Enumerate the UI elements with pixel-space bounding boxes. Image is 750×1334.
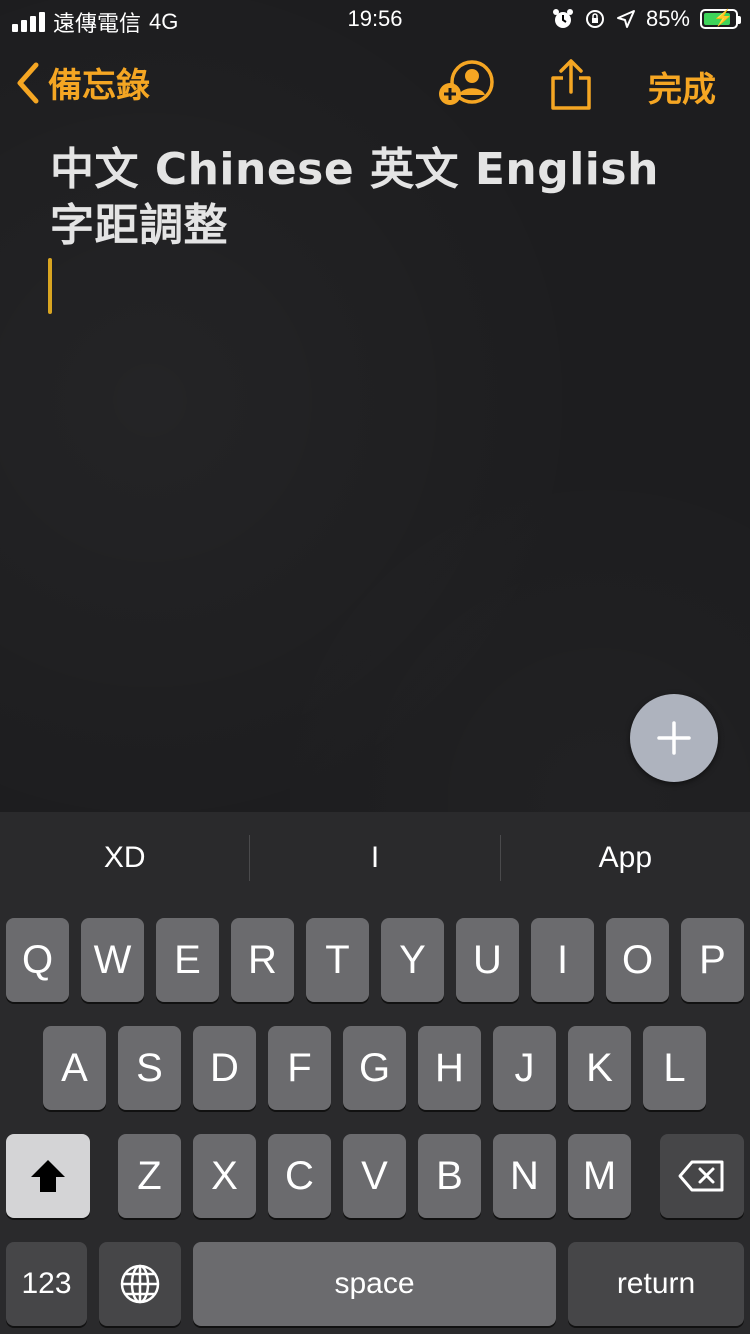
key-h[interactable]: H: [418, 1026, 481, 1110]
battery-charging-icon: ⚡: [700, 9, 741, 29]
key-u[interactable]: U: [456, 918, 519, 1002]
globe-icon: [120, 1264, 160, 1304]
key-w[interactable]: W: [81, 918, 144, 1002]
key-k[interactable]: K: [568, 1026, 631, 1110]
key-g[interactable]: G: [343, 1026, 406, 1110]
orientation-lock-icon: [585, 10, 604, 28]
delete-key[interactable]: [660, 1134, 744, 1218]
space-key[interactable]: space: [193, 1242, 556, 1326]
key-e[interactable]: E: [156, 918, 219, 1002]
key-y[interactable]: Y: [381, 918, 444, 1002]
shift-icon: [31, 1160, 65, 1192]
share-button[interactable]: [548, 58, 594, 116]
alarm-icon: [552, 9, 573, 28]
key-b[interactable]: B: [418, 1134, 481, 1218]
back-button[interactable]: 備忘錄: [16, 58, 150, 107]
done-button[interactable]: 完成: [648, 62, 716, 111]
prediction-3[interactable]: App: [501, 841, 750, 875]
nav-bar: 備忘錄 完成: [0, 50, 750, 120]
back-label: 備忘錄: [48, 66, 150, 106]
predictive-bar: XD I App: [0, 812, 750, 904]
plus-icon: [657, 721, 691, 755]
key-f[interactable]: F: [268, 1026, 331, 1110]
return-key[interactable]: return: [568, 1242, 744, 1326]
add-button[interactable]: [630, 694, 718, 782]
key-i[interactable]: I: [531, 918, 594, 1002]
key-o[interactable]: O: [606, 918, 669, 1002]
key-d[interactable]: D: [193, 1026, 256, 1110]
status-right: 85% ⚡: [552, 6, 741, 32]
key-m[interactable]: M: [568, 1134, 631, 1218]
key-c[interactable]: C: [268, 1134, 331, 1218]
delete-icon: [678, 1160, 724, 1192]
note-text[interactable]: 中文 Chinese 英文 English 字距調整: [50, 142, 710, 254]
key-z[interactable]: Z: [118, 1134, 181, 1218]
key-x[interactable]: X: [193, 1134, 256, 1218]
numbers-key[interactable]: 123: [6, 1242, 87, 1326]
keyboard: XD I App Q W E R T Y U I O P A S D F G H…: [0, 812, 750, 1334]
prediction-2[interactable]: I: [250, 841, 499, 875]
location-icon: [616, 10, 635, 28]
key-r[interactable]: R: [231, 918, 294, 1002]
battery-percent: 85%: [645, 6, 690, 31]
key-s[interactable]: S: [118, 1026, 181, 1110]
key-p[interactable]: P: [681, 918, 744, 1002]
key-t[interactable]: T: [306, 918, 369, 1002]
prediction-1[interactable]: XD: [0, 841, 249, 875]
key-v[interactable]: V: [343, 1134, 406, 1218]
chevron-left-icon: [17, 62, 39, 103]
globe-key[interactable]: [99, 1242, 181, 1326]
notes-screen: 遠傳電信 4G 19:56 85% ⚡ 備忘錄 完成 中文 Chinese 英文…: [0, 0, 750, 1334]
key-n[interactable]: N: [493, 1134, 556, 1218]
key-j[interactable]: J: [493, 1026, 556, 1110]
key-l[interactable]: L: [643, 1026, 706, 1110]
add-collaborator-icon: [439, 60, 494, 105]
add-collaborator-button[interactable]: [438, 58, 496, 112]
status-bar: 遠傳電信 4G 19:56 85% ⚡: [0, 0, 750, 40]
text-cursor: [48, 258, 52, 314]
shift-key[interactable]: [6, 1134, 90, 1218]
key-q[interactable]: Q: [6, 918, 69, 1002]
key-a[interactable]: A: [43, 1026, 106, 1110]
share-icon: [551, 59, 591, 110]
